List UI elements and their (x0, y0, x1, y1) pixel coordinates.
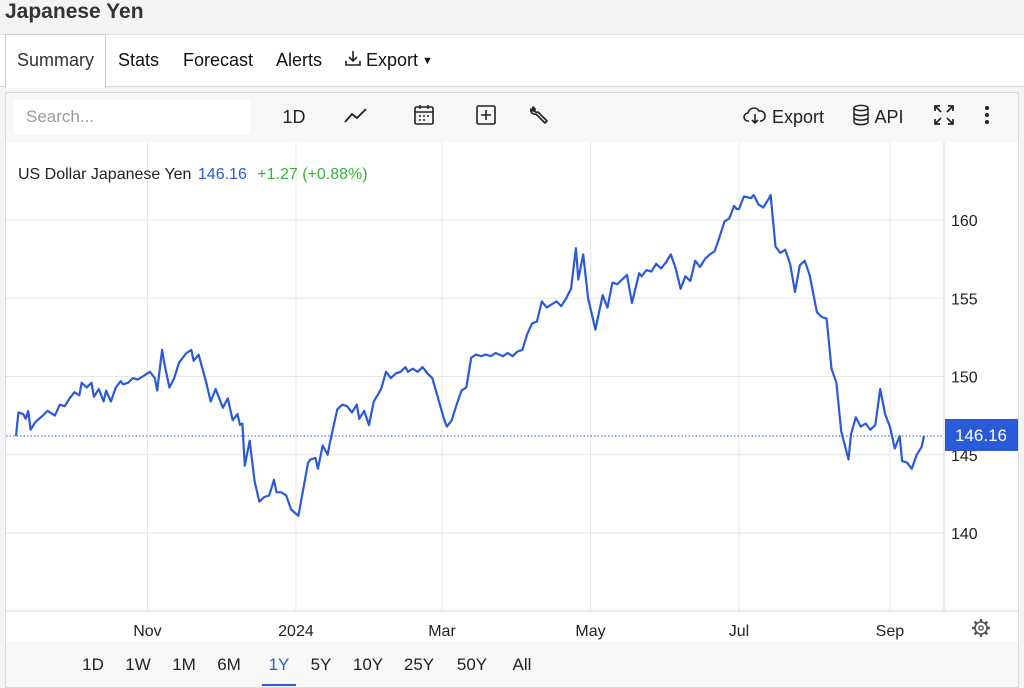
plus-box-icon (474, 103, 498, 132)
settings-gear-icon[interactable] (972, 619, 990, 637)
range-button-1w[interactable]: 1W (121, 642, 155, 686)
tab-label: Stats (118, 50, 160, 70)
cloud-download-icon (742, 105, 768, 130)
legend-price: 146.16 (197, 166, 247, 183)
download-icon (344, 36, 362, 87)
line-chart-icon (343, 105, 369, 130)
tab-label: Export (366, 50, 419, 70)
tab-label: Forecast (183, 50, 254, 70)
x-tick-label: May (575, 623, 605, 640)
x-tick-label: 2024 (278, 623, 314, 640)
api-label: API (874, 107, 904, 127)
y-tick-label: 150 (951, 370, 978, 387)
more-options-button[interactable] (972, 93, 1002, 142)
x-tick-label: Jul (729, 623, 749, 640)
page-title: Japanese Yen (5, 0, 144, 23)
range-button-1m[interactable]: 1M (167, 642, 201, 686)
interval-button[interactable]: 1D (274, 93, 314, 142)
tab-alerts[interactable]: Alerts (276, 35, 322, 86)
tab-export[interactable]: Export ▼ (344, 35, 433, 86)
export-button[interactable]: Export (738, 93, 828, 142)
range-button-25y[interactable]: 25Y (399, 642, 439, 686)
x-tick-label: Mar (428, 623, 456, 640)
calendar-icon (412, 103, 436, 132)
kebab-menu-icon (984, 104, 990, 131)
chart-widget: 1D Export API 140145150155160Nov2024MarM… (5, 92, 1019, 688)
interval-label: 1D (282, 107, 306, 127)
range-button-all[interactable]: All (502, 642, 542, 686)
api-button[interactable]: API (848, 93, 908, 142)
y-tick-label: 160 (951, 213, 978, 230)
caret-down-icon: ▼ (422, 55, 433, 67)
database-icon (852, 104, 870, 131)
tab-label: Alerts (276, 50, 323, 70)
wrench-icon (528, 103, 552, 132)
range-button-5y[interactable]: 5Y (304, 642, 338, 686)
export-label: Export (771, 107, 825, 127)
price-chart[interactable]: 140145150155160Nov 2024 Mar May Jul Sep146.16 (6, 142, 1018, 642)
last-price-badge-label: 146.16 (955, 426, 1007, 445)
legend-change: +1.27 (+0.88%) (257, 166, 368, 183)
settings-tools-button[interactable] (522, 93, 558, 142)
tab-stats[interactable]: Stats (118, 35, 159, 86)
range-selector: 1D 1W 1M 6M 1Y 5Y 10Y 25Y 50Y All (6, 642, 1018, 687)
x-tick-label: Sep (876, 623, 905, 640)
range-button-1y[interactable]: 1Y (262, 642, 296, 686)
search-input[interactable] (14, 100, 250, 134)
chart-area[interactable]: 140 145 150 155 160 Nov 2024 Mar May Jul Sep 146.16… (6, 142, 1018, 642)
tab-summary[interactable]: Summary (5, 34, 107, 88)
tab-forecast[interactable]: Forecast (183, 35, 253, 86)
tab-bar: Summary Stats Forecast Alerts Export ▼ (0, 34, 1024, 88)
calendar-button[interactable] (406, 93, 442, 142)
chart-toolbar: 1D Export API (6, 93, 1018, 142)
range-button-50y[interactable]: 50Y (452, 642, 492, 686)
fullscreen-icon (933, 104, 955, 131)
range-button-10y[interactable]: 10Y (348, 642, 388, 686)
range-button-1d[interactable]: 1D (76, 642, 110, 686)
series-line (14, 193, 926, 517)
range-button-6m[interactable]: 6M (212, 642, 246, 686)
chart-legend: US Dollar Japanese Yen 146.16 +1.27 (+0.… (18, 166, 368, 184)
y-tick-label: 140 (951, 526, 978, 543)
fullscreen-button[interactable] (926, 93, 962, 142)
tab-label: Summary (17, 50, 95, 70)
x-tick-label: Nov (133, 623, 161, 640)
chart-type-button[interactable] (338, 93, 374, 142)
y-tick-label: 155 (951, 291, 978, 308)
legend-series-name: US Dollar Japanese Yen (18, 166, 192, 183)
add-indicator-button[interactable] (468, 93, 504, 142)
